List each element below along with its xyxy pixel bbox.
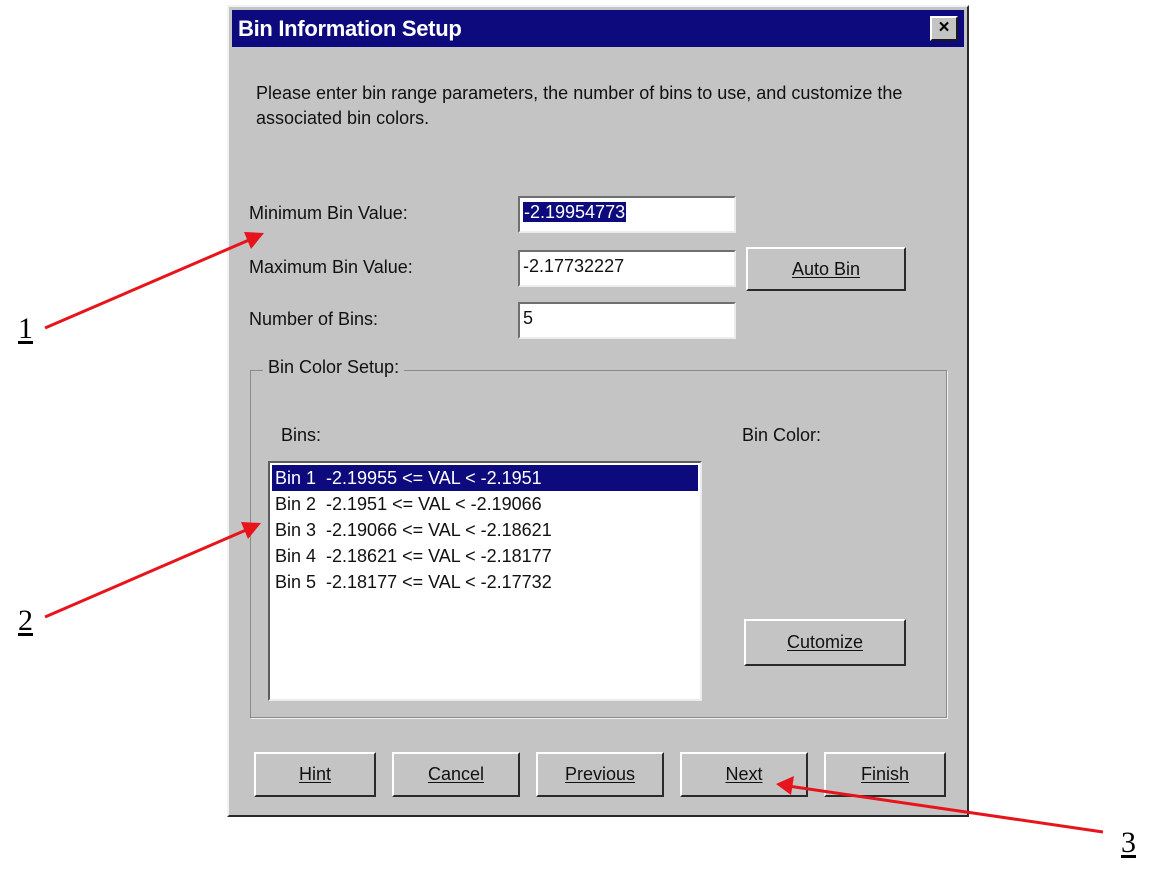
callout-arrows — [44, 232, 1104, 834]
callout-arrow-2 — [44, 522, 261, 619]
callout-arrow-3 — [776, 776, 1104, 834]
callout-arrow-1 — [44, 232, 264, 330]
